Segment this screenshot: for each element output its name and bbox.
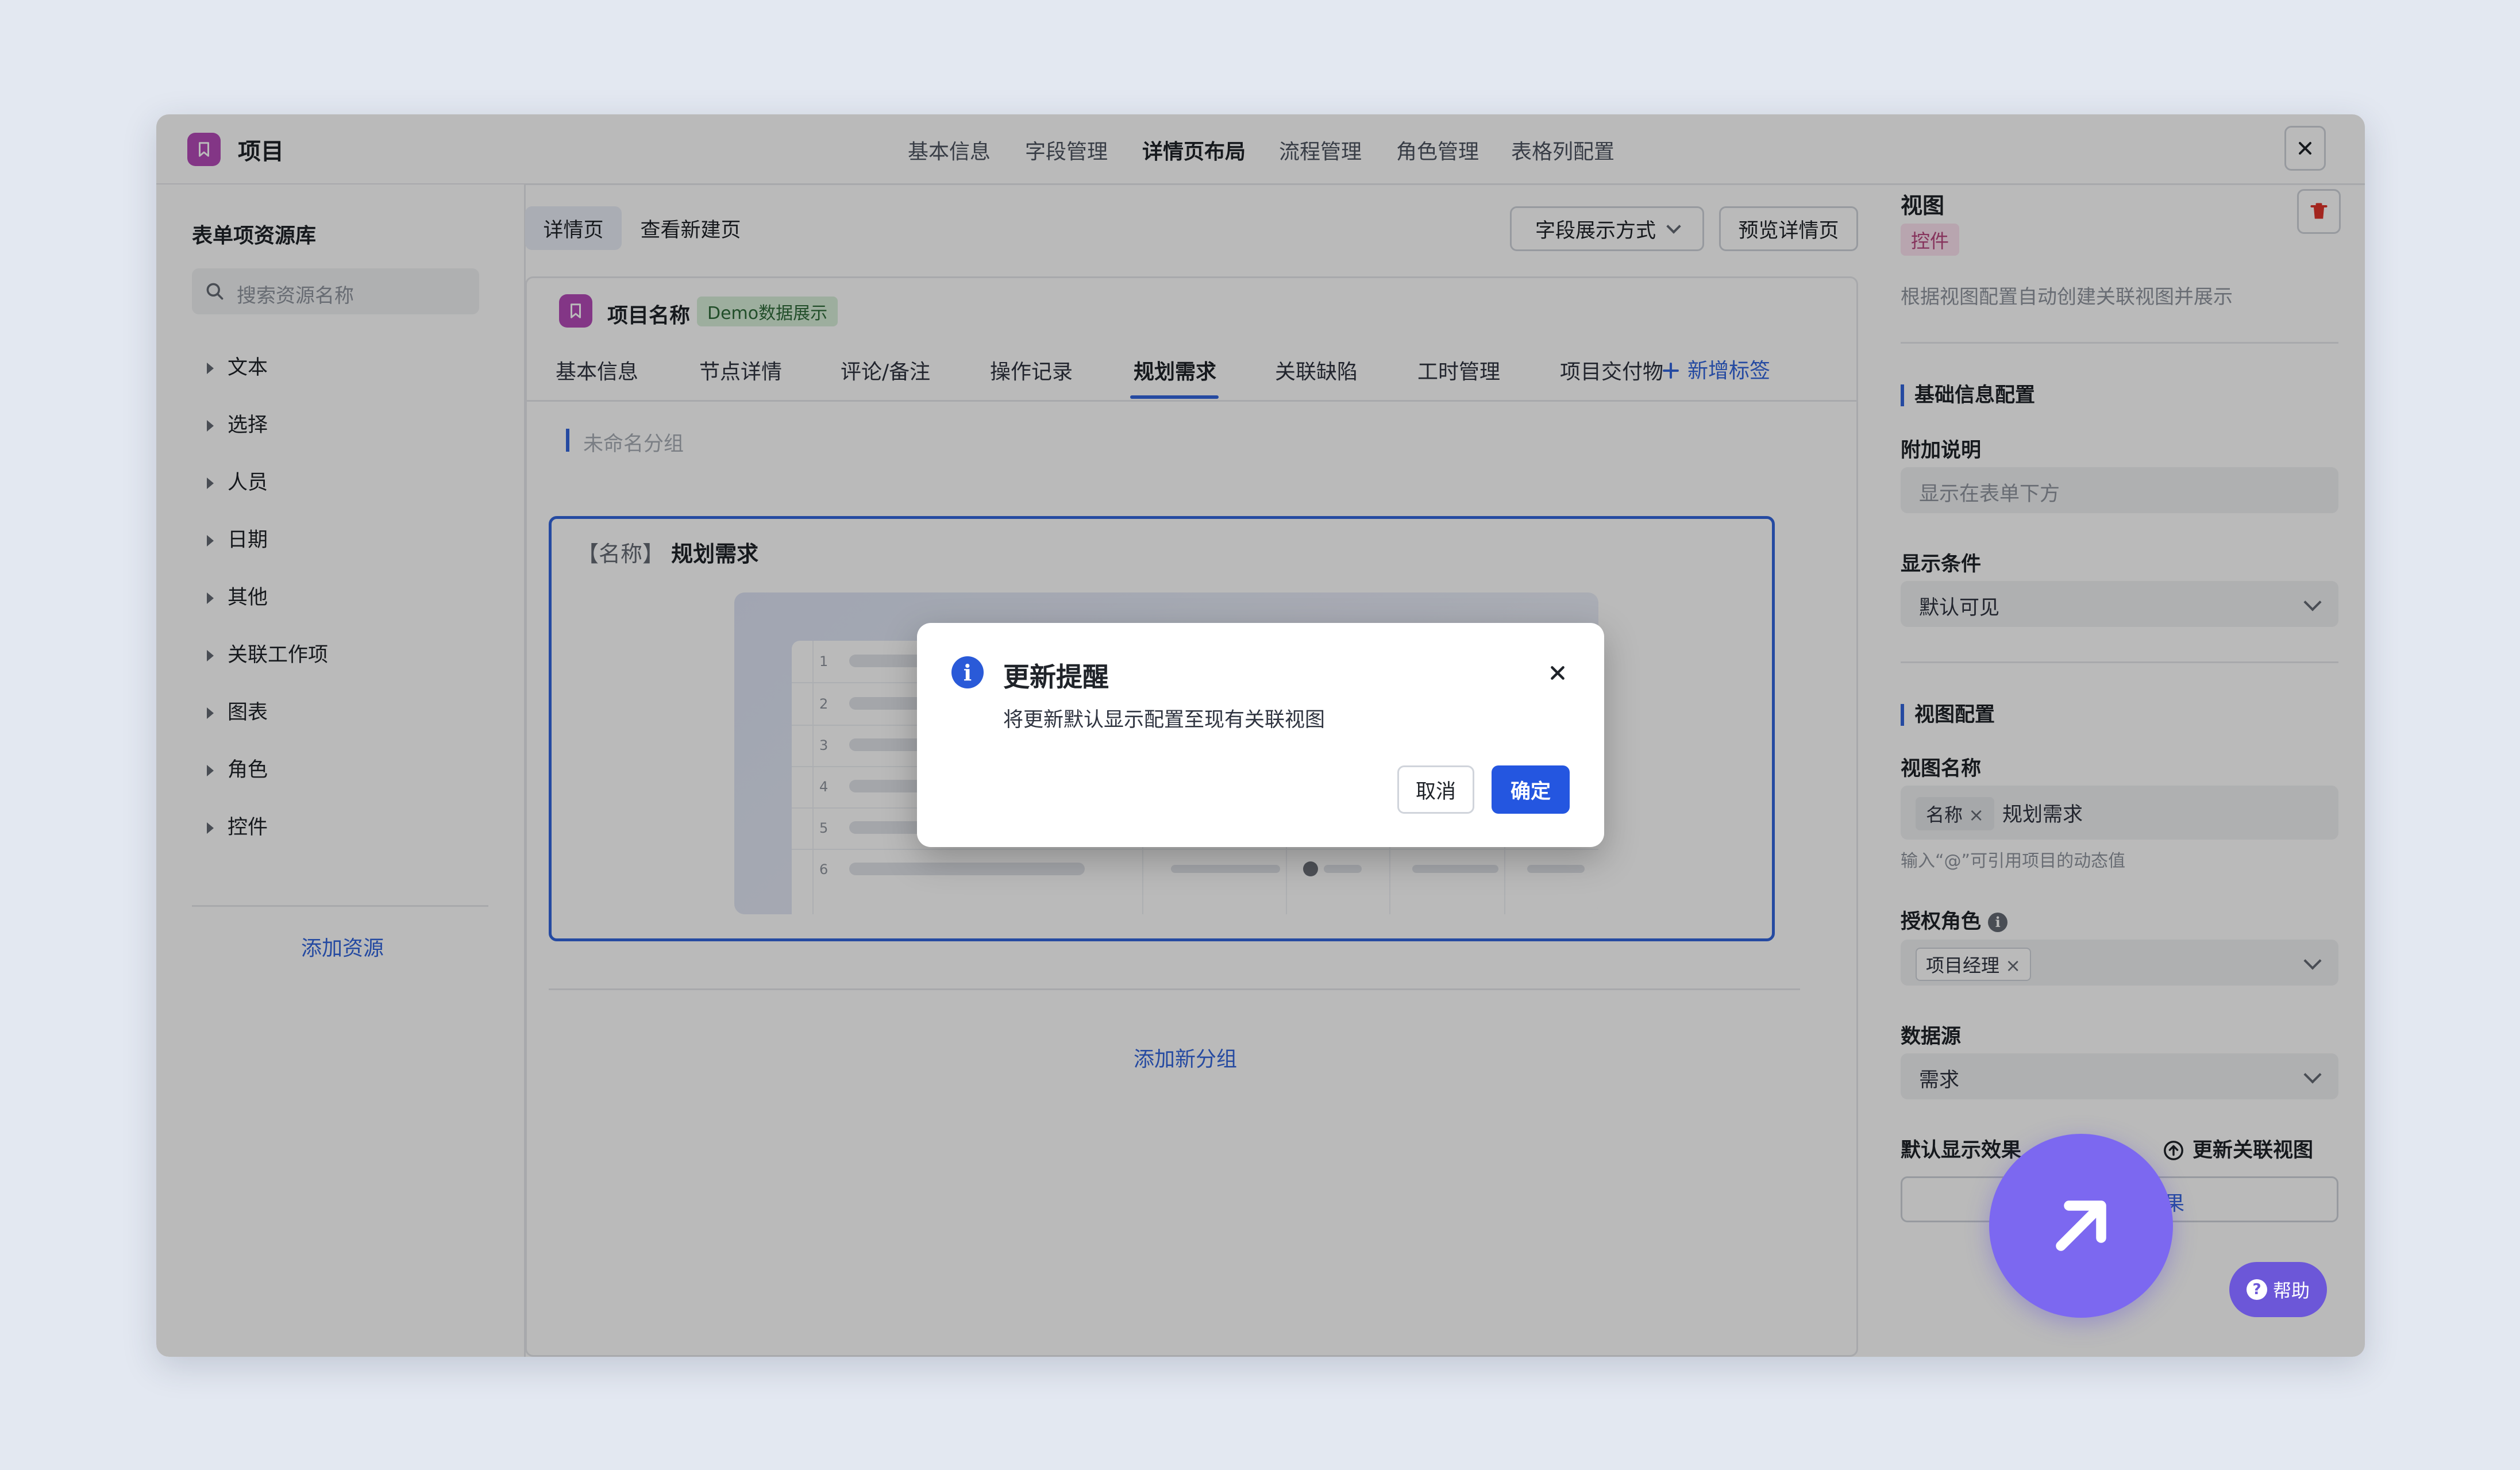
close-icon: [1551, 666, 1565, 680]
confirm-button[interactable]: 确定: [1492, 765, 1570, 814]
arrow-up-right-icon: [2056, 1200, 2106, 1251]
floating-action-button[interactable]: [1989, 1134, 2173, 1318]
help-label: 帮助: [2272, 1280, 2310, 1302]
info-icon: i: [951, 656, 984, 688]
dialog-message: 将更新默认显示配置至现有关联视图: [1003, 709, 1325, 732]
update-reminder-dialog: i 更新提醒 将更新默认显示配置至现有关联视图 取消 确定: [917, 623, 1604, 847]
help-icon: ?: [2246, 1279, 2267, 1300]
dialog-title: 更新提醒: [1003, 661, 1109, 692]
cancel-button[interactable]: 取消: [1397, 765, 1474, 814]
help-button[interactable]: ? 帮助: [2229, 1262, 2327, 1317]
dialog-close-button[interactable]: [1542, 657, 1573, 688]
